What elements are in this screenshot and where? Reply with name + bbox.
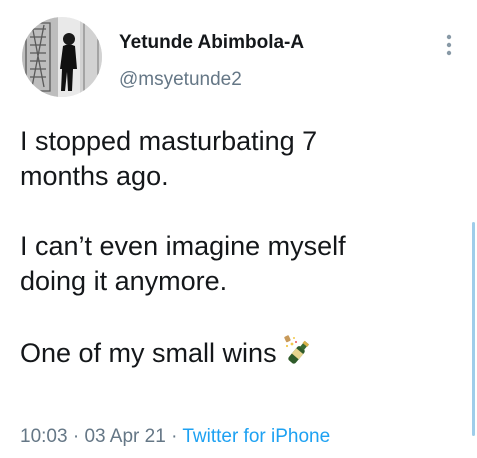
tweet-time[interactable]: 10:03 — [20, 426, 68, 447]
tweet-line: I can’t even imagine myself — [20, 231, 346, 261]
user-handle[interactable]: @msyetunde2 — [119, 69, 242, 91]
avatar[interactable] — [22, 17, 102, 97]
tweet-paragraph: I stopped masturbating 7 months ago. — [20, 124, 465, 194]
avatar-photo — [22, 17, 102, 97]
scrollbar[interactable] — [472, 222, 475, 436]
bottle-with-popping-cork-icon — [283, 334, 317, 366]
tweet-meta: 10:03 · 03 Apr 21 · Twitter for iPhone — [20, 426, 330, 448]
tweet-text: I stopped masturbating 7 months ago. I c… — [20, 124, 465, 371]
tweet-line: I stopped masturbating 7 — [20, 126, 318, 156]
tweet-paragraph: One of my small wins — [20, 334, 465, 371]
tweet-line: doing it anymore. — [20, 266, 228, 296]
tweet-line-text: One of my small wins — [20, 338, 277, 368]
display-name[interactable]: Yetunde Abimbola-A — [119, 32, 304, 54]
meta-separator: · — [72, 426, 80, 447]
tweet-source-link[interactable]: Twitter for iPhone — [182, 426, 330, 447]
tweet-date[interactable]: 03 Apr 21 — [84, 426, 165, 447]
tweet-card: Yetunde Abimbola-A @msyetunde2 I stopped… — [0, 0, 477, 458]
tweet-line: One of my small wins — [20, 334, 465, 371]
more-vertical-icon[interactable] — [443, 34, 455, 56]
tweet-line: months ago. — [20, 161, 169, 191]
tweet-paragraph: I can’t even imagine myself doing it any… — [20, 229, 465, 299]
meta-separator: · — [171, 426, 178, 447]
